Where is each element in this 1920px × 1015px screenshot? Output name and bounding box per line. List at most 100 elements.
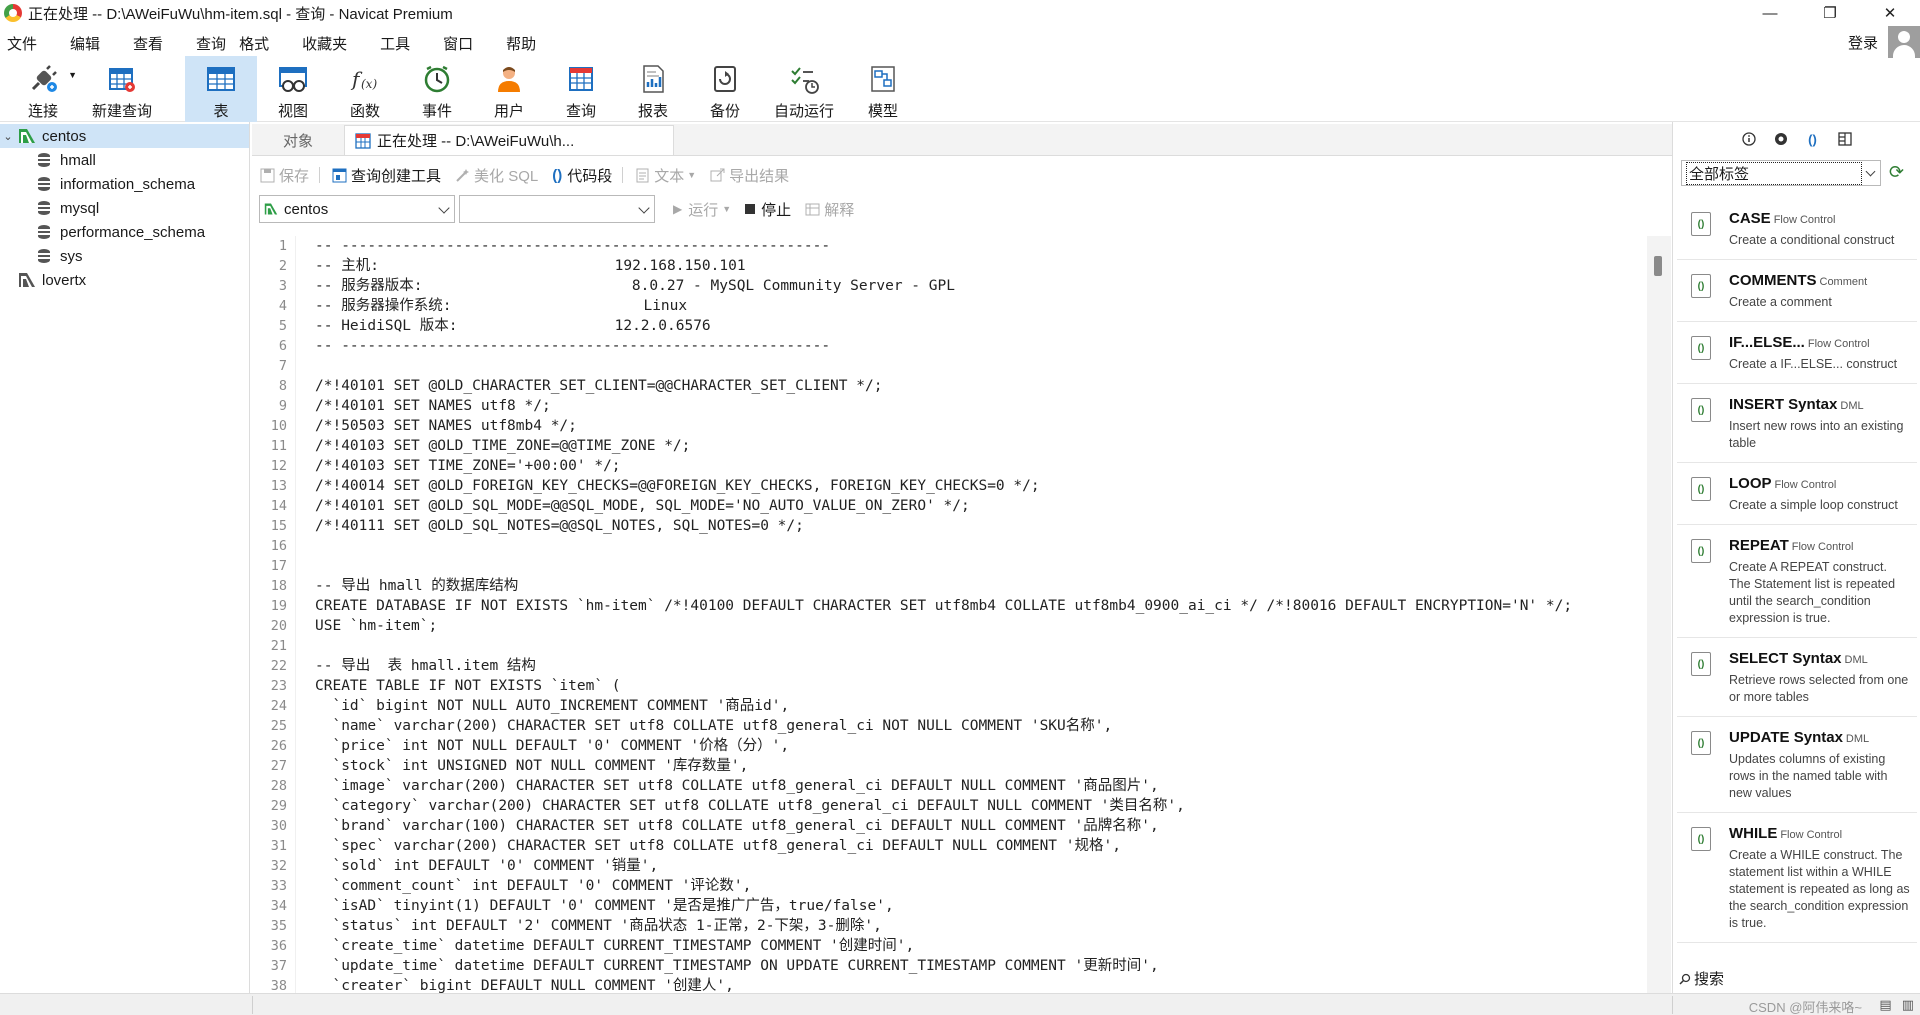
code-line[interactable] [315,536,1647,556]
code-line[interactable]: -- 服务器操作系统: Linux [315,296,1647,316]
snippet-item[interactable]: () CASE Flow Control Create a conditional c… [1677,198,1917,260]
snippet-item[interactable]: () WHILE Flow Control Create a WHILE constr… [1677,813,1917,943]
code-line[interactable]: /*!40111 SET @OLD_SQL_NOTES=@@SQL_NOTES,… [315,516,1647,536]
code-line[interactable]: `creater` bigint DEFAULT NULL COMMENT '创… [315,976,1647,993]
table-button[interactable]: 表 [185,56,257,122]
code-line[interactable]: `sold` int DEFAULT '0' COMMENT '销量', [315,856,1647,876]
export-result-button[interactable]: 导出结果 [710,165,789,186]
connection-select[interactable]: centos [259,195,455,223]
info-icon[interactable] [1741,131,1757,147]
menu-help[interactable]: 帮助 [497,33,545,54]
snippet-tag-filter[interactable]: 全部标签 [1681,160,1881,186]
code-line[interactable]: `status` int DEFAULT '2' COMMENT '商品状态 1… [315,916,1647,936]
code-snippet-button[interactable]: () 代码段 [552,165,612,186]
text-button[interactable]: 文本 ▼ [635,165,696,186]
grid-view-icon[interactable]: ▤ [1879,997,1891,1013]
code-line[interactable]: CREATE TABLE IF NOT EXISTS `item` ( [315,676,1647,696]
database-performance-schema[interactable]: performance_schema [0,220,249,244]
connection-lovertx[interactable]: lovertx [0,268,249,292]
backup-button[interactable]: 备份 [689,56,761,122]
code-line[interactable]: -- HeidiSQL 版本: 12.2.0.6576 [315,316,1647,336]
code-line[interactable]: `category` varchar(200) CHARACTER SET ut… [315,796,1647,816]
database-select[interactable] [459,195,655,223]
database-mysql[interactable]: mysql [0,196,249,220]
scrollbar-thumb[interactable] [1654,256,1662,276]
eye-icon[interactable] [1773,131,1789,147]
code-area[interactable]: -- -------------------------------------… [315,236,1647,993]
login-link[interactable]: 登录 [1848,32,1878,53]
menu-query[interactable]: 查询 [187,33,230,54]
explain-button[interactable]: 解释 [805,199,854,220]
code-line[interactable]: /*!40101 SET @OLD_SQL_MODE=@@SQL_MODE, S… [315,496,1647,516]
code-line[interactable]: `name` varchar(200) CHARACTER SET utf8 C… [315,716,1647,736]
minimize-button[interactable]: — [1740,0,1800,26]
database-sys[interactable]: sys [0,244,249,268]
code-line[interactable]: CREATE DATABASE IF NOT EXISTS `hm-item` … [315,596,1647,616]
menu-format[interactable]: 格式 [230,33,278,54]
refresh-icon[interactable]: ⟳ [1889,162,1909,182]
code-line[interactable]: `image` varchar(200) CHARACTER SET utf8 … [315,776,1647,796]
save-button[interactable]: 保存 [260,165,309,186]
login-area[interactable]: 登录 [1848,26,1920,58]
snippet-item[interactable]: () IF...ELSE... Flow Control Create a IF...… [1677,322,1917,384]
code-line[interactable]: /*!50503 SET NAMES utf8mb4 */; [315,416,1647,436]
tab-objects[interactable]: 对象 [252,125,344,155]
code-line[interactable]: `brand` varchar(100) CHARACTER SET utf8 … [315,816,1647,836]
view-button[interactable]: 视图 [257,56,329,122]
database-information-schema[interactable]: information_schema [0,172,249,196]
code-line[interactable]: /*!40014 SET @OLD_FOREIGN_KEY_CHECKS=@@F… [315,476,1647,496]
form-view-icon[interactable]: ▥ [1902,997,1914,1013]
code-line[interactable] [315,556,1647,576]
function-button[interactable]: f (x) 函数 [329,56,401,122]
avatar[interactable] [1888,26,1920,58]
layout-icon[interactable] [1837,131,1853,147]
stop-button[interactable]: 停止 [745,199,791,220]
user-button[interactable]: 用户 [473,56,545,122]
code-line[interactable]: `create_time` datetime DEFAULT CURRENT_T… [315,936,1647,956]
query-builder-button[interactable]: 查询创建工具 [332,165,441,186]
code-snippet-icon[interactable]: () [1805,131,1821,147]
connect-button[interactable]: 连接 ▼ [7,56,79,122]
snippet-item[interactable]: () SELECT Syntax DML Retrieve rows selected… [1677,638,1917,717]
code-line[interactable] [315,636,1647,656]
connection-centos[interactable]: ⌄ centos [0,124,249,148]
new-query-button[interactable]: 新建查询 [79,56,165,122]
close-button[interactable]: ✕ [1860,0,1920,26]
snippet-item[interactable]: () UPDATE Syntax DML Updates columns of exi… [1677,717,1917,813]
menu-view[interactable]: 查看 [124,33,172,54]
editor-scrollbar[interactable] [1647,236,1671,993]
code-line[interactable]: -- -------------------------------------… [315,336,1647,356]
snippet-item[interactable]: () COMMENTS Comment Create a comment [1677,260,1917,322]
code-line[interactable]: `spec` varchar(200) CHARACTER SET utf8 C… [315,836,1647,856]
code-line[interactable]: `price` int NOT NULL DEFAULT '0' COMMENT… [315,736,1647,756]
code-line[interactable]: -- 主机: 192.168.150.101 [315,256,1647,276]
code-line[interactable] [315,356,1647,376]
menu-window[interactable]: 窗口 [434,33,482,54]
code-line[interactable]: /*!40103 SET @OLD_TIME_ZONE=@@TIME_ZONE … [315,436,1647,456]
code-line[interactable]: `stock` int UNSIGNED NOT NULL COMMENT '库… [315,756,1647,776]
snippet-item[interactable]: () LOOP Flow Control Create a simple loop c… [1677,463,1917,525]
sql-editor[interactable]: 1 2 3 4 5 6 7 8 9 10 11 12 13 14 15 16 17 18 19 20 21 22 23 24 2… [252,236,1647,993]
code-line[interactable]: `isAD` tinyint(1) DEFAULT '0' COMMENT '是… [315,896,1647,916]
run-button[interactable]: ▶ 运行 ▼ [673,199,731,220]
code-line[interactable]: /*!40103 SET TIME_ZONE='+00:00' */; [315,456,1647,476]
snippet-item[interactable]: () INSERT Syntax DML Insert new rows into a… [1677,384,1917,463]
code-line[interactable]: -- 服务器版本: 8.0.27 - MySQL Community Serve… [315,276,1647,296]
automation-button[interactable]: 自动运行 [761,56,847,122]
menu-tools[interactable]: 工具 [371,33,419,54]
report-button[interactable]: 报表 [617,56,689,122]
menu-file[interactable]: 文件 [0,33,46,54]
menu-favorites[interactable]: 收藏夹 [293,33,356,54]
code-line[interactable]: -- 导出 表 hmall.item 结构 [315,656,1647,676]
code-line[interactable]: -- -------------------------------------… [315,236,1647,256]
code-line[interactable]: /*!40101 SET NAMES utf8 */; [315,396,1647,416]
connect-dropdown-icon[interactable]: ▼ [68,70,77,80]
model-button[interactable]: 模型 [847,56,919,122]
code-line[interactable]: `comment_count` int DEFAULT '0' COMMENT … [315,876,1647,896]
code-line[interactable]: /*!40101 SET @OLD_CHARACTER_SET_CLIENT=@… [315,376,1647,396]
code-line[interactable]: `update_time` datetime DEFAULT CURRENT_T… [315,956,1647,976]
maximize-button[interactable]: ❐ [1800,0,1860,26]
tab-query[interactable]: 正在处理 -- D:\AWeiFuWu\h... [344,125,674,155]
snippet-search[interactable]: 搜索 [1679,968,1724,989]
beautify-sql-button[interactable]: 美化 SQL [455,165,538,186]
